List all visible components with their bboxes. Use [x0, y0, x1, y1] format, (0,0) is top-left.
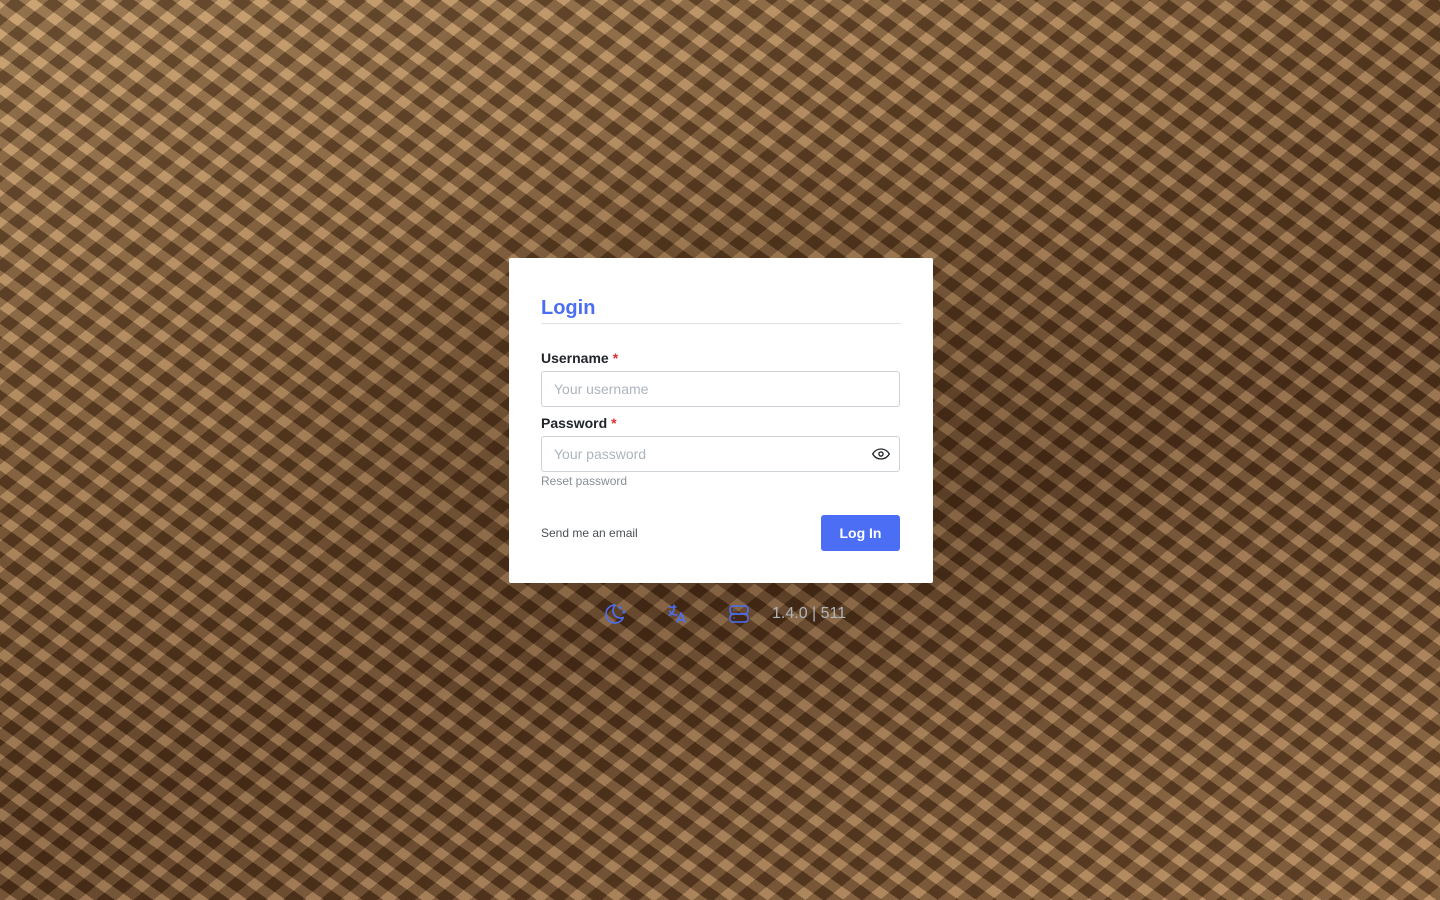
login-card: Login Username* Password* Reset password… — [509, 258, 933, 583]
server-icon[interactable] — [727, 602, 751, 626]
moon-stars-icon[interactable] — [603, 602, 627, 626]
username-field — [541, 371, 900, 407]
username-label-text: Username — [541, 350, 609, 366]
footer-bar: 1.4.0 | 511 — [600, 600, 860, 628]
password-label: Password * — [541, 414, 901, 432]
form-actions: Send me an email Log In — [541, 515, 900, 551]
send-email-link[interactable]: Send me an email — [541, 525, 638, 541]
username-label: Username * — [541, 349, 901, 367]
password-field — [541, 436, 900, 472]
login-button[interactable]: Log In — [821, 515, 900, 551]
title-divider — [541, 323, 901, 324]
username-required-mark: * — [612, 350, 619, 366]
password-required-mark: * — [611, 415, 617, 431]
password-input[interactable] — [542, 437, 854, 471]
reset-password-link[interactable]: Reset password — [541, 473, 627, 489]
eye-icon[interactable] — [871, 444, 891, 464]
password-label-text: Password — [541, 415, 608, 431]
login-title: Login — [541, 297, 596, 319]
username-input[interactable] — [542, 372, 854, 406]
version-label: 1.4.0 | 511 — [772, 605, 847, 622]
language-icon[interactable] — [665, 602, 689, 626]
